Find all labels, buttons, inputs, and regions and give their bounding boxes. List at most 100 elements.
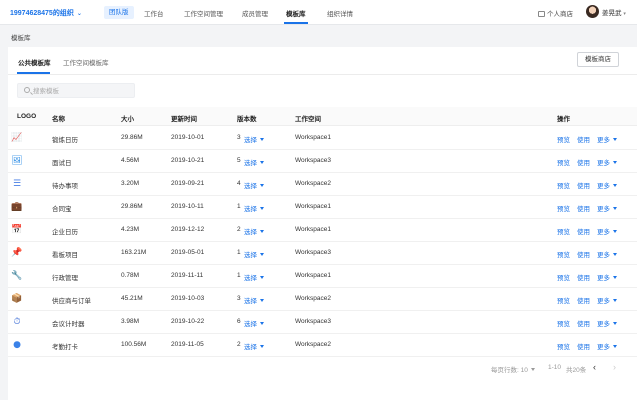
org-switcher[interactable]: 19974628475的组织 ⌄ <box>10 8 82 18</box>
use-link[interactable]: 使用 <box>577 249 590 259</box>
template-size: 3.98M <box>121 318 140 325</box>
search-box <box>17 83 135 98</box>
more-actions-dropdown[interactable]: 更多 <box>597 341 617 351</box>
preview-link[interactable]: 预览 <box>557 203 570 213</box>
nav-org-details[interactable]: 组织详情 <box>327 8 353 18</box>
version-select[interactable]: 选择 <box>244 341 264 351</box>
pin-icon: 📌 <box>11 247 23 259</box>
preview-link[interactable]: 预览 <box>557 249 570 259</box>
table-header <box>8 107 637 126</box>
more-actions-dropdown[interactable]: 更多 <box>597 157 617 167</box>
nav-template-library[interactable]: 模板库 <box>286 8 306 18</box>
chevron-down-icon <box>260 230 264 233</box>
preview-link[interactable]: 预览 <box>557 272 570 282</box>
wrench-icon: 🔧 <box>11 270 23 282</box>
next-page-icon[interactable]: › <box>613 362 616 372</box>
use-link[interactable]: 使用 <box>577 134 590 144</box>
more-actions-dropdown[interactable]: 更多 <box>597 180 617 190</box>
personal-shop-link[interactable]: 个人商店 <box>538 8 573 18</box>
version-select[interactable]: 选择 <box>244 318 264 328</box>
preview-link[interactable]: 预览 <box>557 157 570 167</box>
workspace-name: Workspace1 <box>295 272 332 279</box>
chevron-down-icon <box>613 184 617 187</box>
nav-workspace-management[interactable]: 工作空间管理 <box>184 8 223 18</box>
updated-date: 2019-10-22 <box>171 318 205 325</box>
template-size: 29.86M <box>121 134 143 141</box>
version-select[interactable]: 选择 <box>244 180 264 190</box>
more-actions-dropdown[interactable]: 更多 <box>597 226 617 236</box>
use-link[interactable]: 使用 <box>577 203 590 213</box>
use-link[interactable]: 使用 <box>577 226 590 236</box>
version-select-label: 选择 <box>244 298 257 305</box>
avatar[interactable] <box>586 5 599 18</box>
use-link[interactable]: 使用 <box>577 272 590 282</box>
use-link[interactable]: 使用 <box>577 157 590 167</box>
more-actions-dropdown[interactable]: 更多 <box>597 295 617 305</box>
workspace-name: Workspace3 <box>295 157 332 164</box>
tabs-divider <box>8 74 637 75</box>
nav-workbench[interactable]: 工作台 <box>144 8 164 18</box>
use-link[interactable]: 使用 <box>577 341 590 351</box>
column-header-size: 大小 <box>121 116 134 123</box>
version-select[interactable]: 选择 <box>244 272 264 282</box>
workspace-name: Workspace3 <box>295 249 332 256</box>
chevron-down-icon <box>613 299 617 302</box>
use-link[interactable]: 使用 <box>577 180 590 190</box>
version-count: 5 <box>237 157 241 164</box>
tab-public-templates[interactable]: 公共模板库 <box>18 57 51 67</box>
chevron-down-icon: ▾ <box>623 11 626 17</box>
chevron-down-icon <box>260 253 264 256</box>
page-size-select[interactable]: 每页行数: 10 <box>491 364 535 374</box>
template-name: 面试日 <box>52 160 72 167</box>
chevron-down-icon <box>260 299 264 302</box>
version-select[interactable]: 选择 <box>244 226 264 236</box>
version-select-label: 选择 <box>244 252 257 259</box>
workspace-name: Workspace1 <box>295 203 332 210</box>
more-actions-label: 更多 <box>597 298 610 305</box>
template-name: 合同宝 <box>52 206 72 213</box>
more-actions-dropdown[interactable]: 更多 <box>597 203 617 213</box>
version-count: 3 <box>237 134 241 141</box>
more-actions-dropdown[interactable]: 更多 <box>597 249 617 259</box>
version-select-label: 选择 <box>244 160 257 167</box>
user-menu[interactable]: 姜晃武 ▾ <box>602 7 626 17</box>
more-actions-label: 更多 <box>597 160 610 167</box>
chart-icon: 📈 <box>11 132 23 144</box>
version-select[interactable]: 选择 <box>244 157 264 167</box>
prev-page-icon[interactable]: ‹ <box>593 362 596 372</box>
chevron-down-icon <box>613 253 617 256</box>
version-count: 3 <box>237 295 241 302</box>
preview-link[interactable]: 预览 <box>557 295 570 305</box>
total-count: 共20条 <box>566 367 587 374</box>
template-size: 163.21M <box>121 249 147 256</box>
version-select[interactable]: 选择 <box>244 295 264 305</box>
chevron-down-icon: ⌄ <box>76 11 82 17</box>
tab-workspace-templates[interactable]: 工作空间模板库 <box>63 57 109 67</box>
use-link[interactable]: 使用 <box>577 295 590 305</box>
more-actions-dropdown[interactable]: 更多 <box>597 272 617 282</box>
more-actions-dropdown[interactable]: 更多 <box>597 318 617 328</box>
preview-link[interactable]: 预览 <box>557 226 570 236</box>
chevron-down-icon <box>613 230 617 233</box>
template-store-button[interactable]: 模板商店 <box>577 52 619 67</box>
preview-link[interactable]: 预览 <box>557 341 570 351</box>
chevron-down-icon <box>613 161 617 164</box>
column-header-name: 名称 <box>52 116 65 123</box>
version-select[interactable]: 选择 <box>244 134 264 144</box>
preview-link[interactable]: 预览 <box>557 318 570 328</box>
preview-link[interactable]: 预览 <box>557 180 570 190</box>
use-link[interactable]: 使用 <box>577 318 590 328</box>
template-size: 4.23M <box>121 226 140 233</box>
template-size: 4.56M <box>121 157 140 164</box>
preview-link[interactable]: 预览 <box>557 134 570 144</box>
search-input[interactable] <box>33 86 131 96</box>
more-actions-dropdown[interactable]: 更多 <box>597 134 617 144</box>
more-actions-label: 更多 <box>597 229 610 236</box>
org-name: 19974628475的组织 <box>10 10 74 17</box>
user-name: 姜晃武 <box>602 10 622 17</box>
version-select[interactable]: 选择 <box>244 249 264 259</box>
nav-member-management[interactable]: 成员管理 <box>242 8 268 18</box>
version-select[interactable]: 选择 <box>244 203 264 213</box>
version-select-label: 选择 <box>244 206 257 213</box>
chevron-down-icon <box>260 138 264 141</box>
